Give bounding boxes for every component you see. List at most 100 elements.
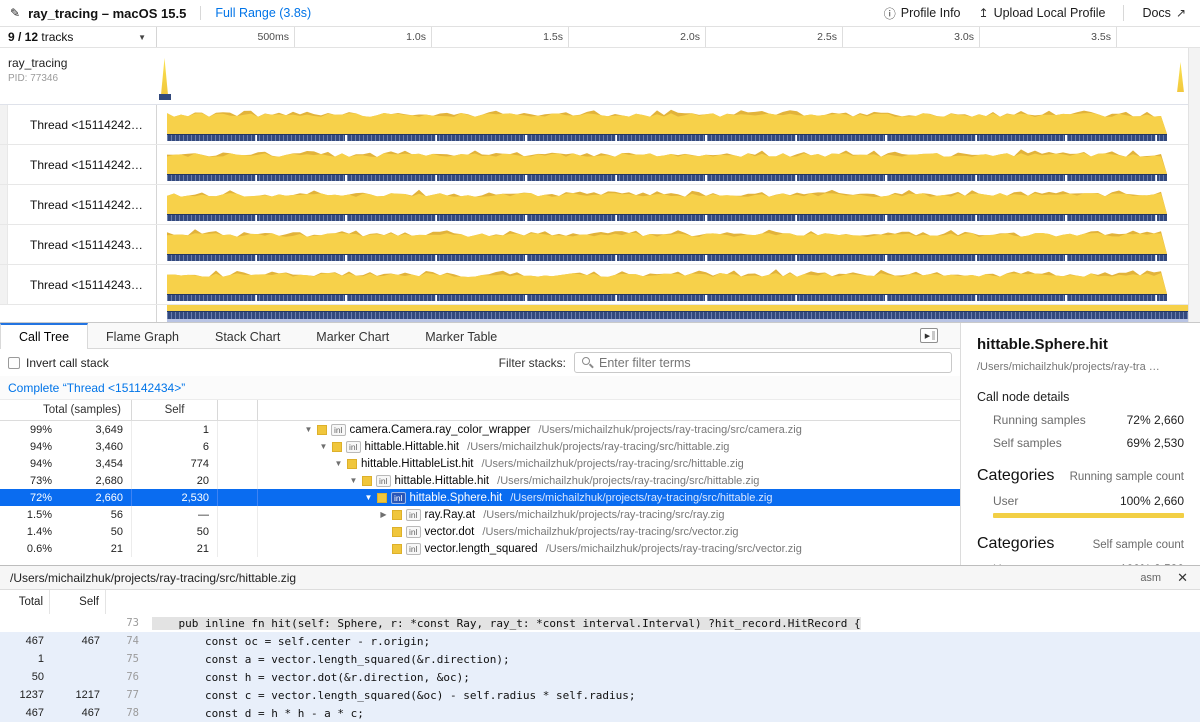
ruler-tick-label: 2.0s [680, 31, 700, 43]
call-node-details-heading: Call node details [977, 390, 1184, 404]
track-gutter [0, 265, 8, 304]
expand-arrow-icon[interactable]: ▼ [319, 442, 328, 451]
function-category-icon [392, 544, 402, 554]
call-tree-row[interactable]: 72%2,660 2,530 ▼ inl hittable.Sphere.hit… [0, 489, 960, 506]
source-line[interactable]: 1237 1217 77 const c = vector.length_squ… [0, 686, 1200, 704]
line-code: const h = vector.dot(&r.direction, &oc); [152, 671, 470, 684]
row-total-samples: 3,649 [52, 424, 131, 436]
line-number: 74 [106, 635, 152, 647]
source-view-header: /Users/michailzhuk/projects/ray-tracing/… [0, 566, 1200, 590]
sidebar-toggle-button[interactable]: ▶ [920, 328, 938, 343]
edit-profile-name-icon[interactable]: ✎ [10, 6, 20, 20]
function-file-path: /Users/michailzhuk/projects/ray-tracing/… [538, 424, 801, 436]
source-line[interactable]: 1 75 const a = vector.length_squared(&r.… [0, 650, 1200, 668]
checkbox[interactable] [8, 357, 20, 369]
upload-local-profile-button[interactable]: ↥ Upload Local Profile [979, 6, 1106, 20]
tab-call-tree[interactable]: Call Tree [0, 323, 88, 349]
expand-arrow-icon[interactable]: ▶ [379, 510, 388, 519]
invert-call-stack-checkbox[interactable]: Invert call stack [8, 356, 109, 370]
expand-arrow-icon[interactable]: ▼ [349, 476, 358, 485]
expand-arrow-icon[interactable]: ▼ [364, 493, 373, 502]
partial-thread-track[interactable] [0, 305, 1200, 322]
call-tree-row[interactable]: 1.5%56 — ▶ inl ray.Ray.at /Users/michail… [0, 506, 960, 523]
docs-link[interactable]: Docs ↗ [1142, 6, 1186, 20]
line-number: 73 [106, 617, 152, 629]
source-line[interactable]: 467 467 78 const d = h * h - a * c; [0, 704, 1200, 722]
thread-activity-graph[interactable] [167, 225, 1167, 264]
function-name: hittable.HittableList.hit [361, 458, 474, 470]
line-code: const oc = self.center - r.origin; [152, 635, 430, 648]
function-file-path: /Users/michailzhuk/projects/ray-tracing/… [482, 526, 738, 538]
external-link-icon: ↗ [1176, 6, 1186, 20]
thread-track-label[interactable]: Thread <15114242… [8, 145, 157, 184]
total-samples-column-header[interactable]: Total (samples) [0, 400, 132, 420]
self-column-header[interactable]: Self [132, 400, 218, 420]
tracks-dropdown[interactable]: 9 / 12 tracks ▼ [0, 27, 157, 47]
tab-flame-graph[interactable]: Flame Graph [88, 323, 197, 348]
filter-stacks-input[interactable] [574, 352, 952, 373]
sample-strip [167, 294, 1167, 301]
filter-stacks-label: Filter stacks: [499, 356, 566, 370]
row-total-samples: 3,460 [52, 441, 131, 453]
source-self-header: Self [50, 590, 106, 614]
ruler-tick-label: 500ms [257, 31, 289, 43]
function-category-icon [392, 527, 402, 537]
call-tree-row[interactable]: 94%3,460 6 ▼ inl hittable.Hittable.hit /… [0, 438, 960, 455]
thread-track[interactable]: Thread <15114242… [0, 105, 1200, 145]
thread-track[interactable]: Thread <15114243… [0, 225, 1200, 265]
source-line[interactable]: 73 pub inline fn hit(self: Sphere, r: *c… [0, 614, 1200, 632]
process-track[interactable]: ray_tracing PID: 77346 [0, 48, 1200, 105]
thread-activity-graph[interactable] [167, 145, 1167, 184]
thread-track-label[interactable]: Thread <15114243… [8, 225, 157, 264]
row-total-samples: 2,680 [52, 475, 131, 487]
process-track-label[interactable]: ray_tracing PID: 77346 [8, 56, 67, 84]
source-column-headers: Total Self [0, 590, 1200, 614]
tab-marker-table[interactable]: Marker Table [407, 323, 515, 348]
call-tree-row[interactable]: 73%2,680 20 ▼ inl hittable.Hittable.hit … [0, 472, 960, 489]
thread-track-label[interactable]: Thread <15114242… [8, 105, 157, 144]
ruler-tick-label: 1.5s [543, 31, 563, 43]
profile-info-button[interactable]: ⓘ Profile Info [884, 5, 961, 22]
user-category-running-row: User100% 2,660 [993, 494, 1184, 508]
time-ruler[interactable]: 500ms1.0s1.5s2.0s2.5s3.0s3.5s [157, 27, 1200, 47]
function-category-icon [392, 510, 402, 520]
call-tree-row[interactable]: 99%3,649 1 ▼ inl camera.Camera.ray_color… [0, 421, 960, 438]
thread-track[interactable]: Thread <15114243… [0, 265, 1200, 305]
inline-badge: inl [406, 543, 421, 555]
full-range-button[interactable]: Full Range (3.8s) [215, 6, 311, 20]
thread-activity-graph[interactable] [167, 265, 1167, 304]
call-tree-row[interactable]: 94%3,454 774 ▼ inl hittable.HittableList… [0, 455, 960, 472]
expand-arrow-icon[interactable]: ▼ [334, 459, 343, 468]
thread-track-label[interactable]: Thread <15114242… [8, 185, 157, 224]
line-total: 1237 [0, 689, 50, 701]
inline-badge: inl [331, 424, 346, 436]
divider [1123, 5, 1124, 21]
function-name: vector.dot [425, 526, 475, 538]
asm-toggle[interactable]: asm [1140, 572, 1161, 584]
thread-track[interactable]: Thread <15114242… [0, 185, 1200, 225]
function-name: vector.length_squared [425, 543, 538, 555]
row-self-samples: 21 [132, 540, 218, 557]
activity-graph-svg [167, 108, 1167, 134]
thread-track[interactable]: Thread <15114242… [0, 145, 1200, 185]
line-total: 467 [0, 707, 50, 719]
call-tree-row[interactable]: 1.4%50 50 inl vector.dot /Users/michailz… [0, 523, 960, 540]
tab-marker-chart[interactable]: Marker Chart [298, 323, 407, 348]
line-total: 467 [0, 635, 50, 647]
thread-activity-graph[interactable] [167, 105, 1167, 144]
timeline-scrollbar[interactable] [1188, 48, 1200, 322]
row-percent: 1.4% [0, 526, 52, 538]
process-activity-graph[interactable] [168, 48, 1187, 104]
close-icon[interactable]: ✕ [1177, 570, 1188, 586]
inline-badge: inl [376, 475, 391, 487]
expand-arrow-icon[interactable]: ▼ [304, 425, 313, 434]
row-self-samples: 1 [132, 421, 218, 438]
thread-activity-graph[interactable] [167, 185, 1167, 224]
source-line[interactable]: 467 467 74 const oc = self.center - r.or… [0, 632, 1200, 650]
source-line[interactable]: 50 76 const h = vector.dot(&r.direction,… [0, 668, 1200, 686]
tab-stack-chart[interactable]: Stack Chart [197, 323, 298, 348]
call-tree-row[interactable]: 0.6%21 21 inl vector.length_squared /Use… [0, 540, 960, 557]
breadcrumb[interactable]: Complete “Thread <151142434>” [0, 376, 960, 400]
row-percent: 0.6% [0, 543, 52, 555]
thread-track-label[interactable]: Thread <15114243… [8, 265, 157, 304]
